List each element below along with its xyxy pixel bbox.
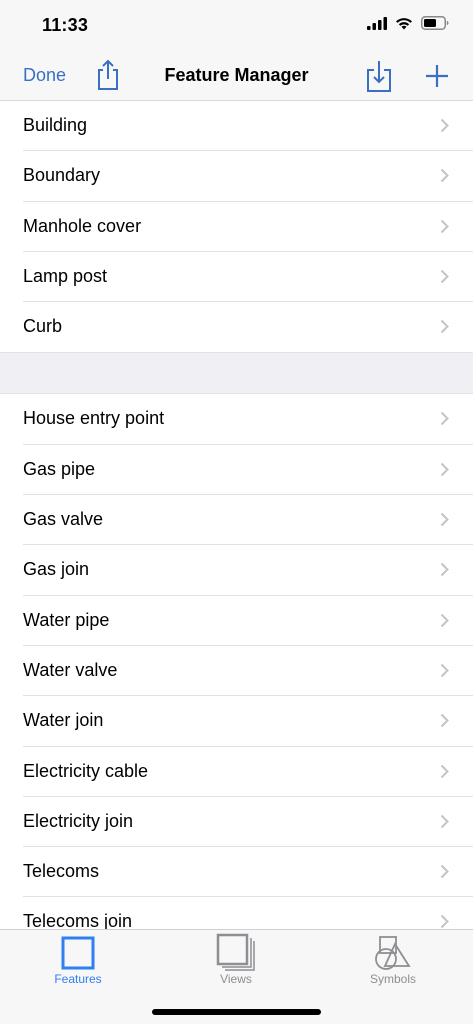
list-item[interactable]: Telecoms join bbox=[0, 897, 473, 929]
list-item-label: Lamp post bbox=[23, 265, 108, 286]
chevron-right-icon bbox=[440, 915, 449, 929]
chevron-right-icon bbox=[440, 512, 449, 527]
tab-symbols[interactable]: Symbols bbox=[343, 934, 443, 986]
chevron-right-icon bbox=[440, 613, 449, 627]
tab-features[interactable]: Features bbox=[28, 934, 128, 986]
wifi-icon bbox=[396, 17, 412, 29]
status-icons bbox=[367, 16, 449, 30]
list-item[interactable]: Electricity cable bbox=[0, 747, 473, 797]
list-item[interactable]: House entry point bbox=[0, 394, 473, 445]
list-item[interactable]: Gas valve bbox=[0, 495, 473, 546]
chevron-right-icon bbox=[440, 118, 449, 133]
square-icon bbox=[61, 936, 95, 970]
list-item-label: Building bbox=[23, 115, 88, 135]
chevron-right-icon bbox=[440, 814, 449, 829]
home-indicator[interactable] bbox=[152, 1009, 321, 1015]
list-item[interactable]: Water join bbox=[0, 696, 473, 747]
chevron-right-icon bbox=[440, 462, 449, 476]
chevron-right-icon bbox=[440, 663, 449, 678]
list-item-label: Gas pipe bbox=[23, 458, 96, 479]
chevron-right-icon bbox=[440, 764, 449, 778]
list-item[interactable]: Manhole cover bbox=[0, 202, 473, 252]
feature-section-1: Building Boundary Manhole cover Lamp pos… bbox=[0, 101, 473, 352]
list-item[interactable]: Gas join bbox=[0, 545, 473, 596]
list-item[interactable]: Water pipe bbox=[0, 596, 473, 646]
list-item[interactable]: Telecoms bbox=[0, 847, 473, 898]
list-item[interactable]: Gas pipe bbox=[0, 445, 473, 496]
navigation-bar: Done Feature Manager bbox=[0, 52, 473, 101]
plus-icon bbox=[426, 65, 448, 87]
chevron-right-icon bbox=[440, 269, 449, 284]
chevron-right-icon bbox=[440, 563, 449, 577]
section-separator bbox=[0, 352, 473, 395]
add-button[interactable] bbox=[423, 62, 451, 95]
list-item-label: House entry point bbox=[23, 408, 165, 429]
list-item-label: Manhole cover bbox=[23, 215, 142, 236]
feature-section-2: House entry point Gas pipe Gas valve Gas… bbox=[0, 394, 473, 929]
stacked-squares-icon bbox=[216, 933, 255, 971]
list-item[interactable]: Curb bbox=[0, 302, 473, 352]
list-item-label: Boundary bbox=[23, 165, 101, 186]
list-item-label: Electricity cable bbox=[23, 760, 149, 781]
page-title: Feature Manager bbox=[164, 65, 309, 85]
list-item-label: Electricity join bbox=[23, 810, 134, 831]
tab-bar: Features Views Symbols bbox=[0, 929, 473, 1024]
list-item-label: Telecoms join bbox=[23, 911, 133, 929]
list-item-label: Gas join bbox=[23, 559, 90, 580]
chevron-right-icon bbox=[440, 714, 449, 728]
list-item[interactable]: Building bbox=[0, 101, 473, 152]
list-item-label: Water pipe bbox=[23, 609, 110, 630]
list-item[interactable]: Lamp post bbox=[0, 252, 473, 303]
chevron-right-icon bbox=[440, 319, 449, 334]
list-item[interactable]: Boundary bbox=[0, 151, 473, 202]
status-time: 11:33 bbox=[42, 15, 89, 35]
list-item[interactable]: Electricity join bbox=[0, 797, 473, 848]
shapes-icon bbox=[375, 936, 411, 970]
chevron-right-icon bbox=[440, 412, 449, 426]
chevron-right-icon bbox=[440, 169, 449, 183]
tab-label: Features bbox=[54, 972, 102, 986]
list-item-label: Water valve bbox=[23, 659, 118, 680]
feature-list[interactable]: Building Boundary Manhole cover Lamp pos… bbox=[0, 101, 473, 929]
signal-icon bbox=[367, 16, 387, 30]
tab-label: Views bbox=[220, 972, 252, 986]
list-item-label: Water join bbox=[23, 710, 104, 731]
list-item-label: Curb bbox=[23, 316, 63, 337]
tab-views[interactable]: Views bbox=[186, 933, 286, 986]
list-item[interactable]: Water valve bbox=[0, 646, 473, 697]
status-bar: 11:33 bbox=[0, 0, 473, 52]
import-icon bbox=[367, 61, 391, 92]
import-button[interactable] bbox=[364, 58, 394, 99]
battery-icon bbox=[421, 16, 449, 30]
chevron-right-icon bbox=[440, 219, 449, 233]
tab-label: Symbols bbox=[369, 972, 416, 986]
list-item-label: Telecoms bbox=[23, 861, 100, 882]
chevron-right-icon bbox=[440, 864, 449, 879]
list-item-label: Gas valve bbox=[23, 509, 104, 530]
